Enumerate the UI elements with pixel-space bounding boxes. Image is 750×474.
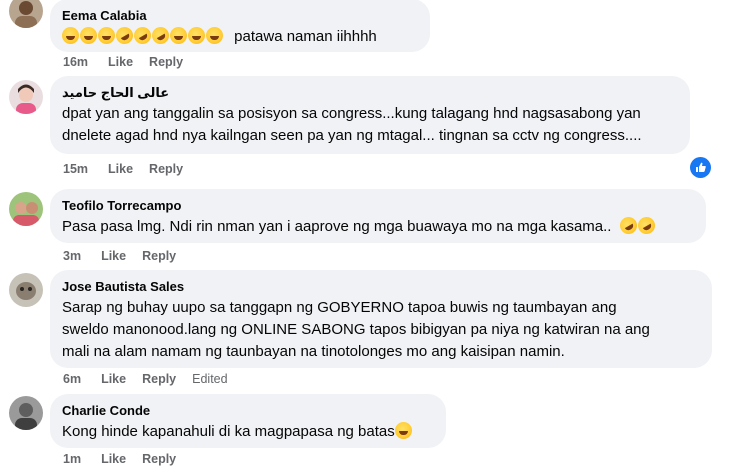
rofl-emoji-icon (634, 213, 658, 238)
like-button[interactable]: Like (108, 162, 133, 176)
comment-actions: 1m Like Reply (63, 452, 192, 466)
comment-body-line: sweldo manonood.lang ng ONLINE SABONG ta… (62, 321, 650, 338)
comment-bubble: Jose Bautista Sales Sarap ng buhay uupo … (50, 270, 712, 368)
reply-button[interactable]: Reply (142, 452, 176, 466)
comment-author[interactable]: Eema Calabia (62, 7, 418, 24)
joy-emoji-icon (80, 27, 97, 44)
comment-body: Kong hinde kapanahuli di ka magpapasa ng… (62, 423, 395, 440)
joy-emoji-icon (62, 27, 79, 44)
comment-actions: 15m Like Reply (63, 162, 199, 176)
comment-bubble: عالى الحاج حامید dpat yan ang tanggalin … (50, 76, 690, 154)
comment-body-line: Sarap ng buhay uupo sa tanggapn ng GOBYE… (62, 299, 617, 316)
joy-emoji-icon (170, 27, 187, 44)
comment-body: Pasa pasa lmg. Ndi rin nman yan i aaprov… (62, 218, 612, 235)
comment-bubble: Teofilo Torrecampo Pasa pasa lmg. Ndi ri… (50, 189, 706, 243)
comment-time[interactable]: 1m (63, 452, 81, 466)
like-button[interactable]: Like (108, 55, 133, 69)
avatar[interactable] (9, 396, 43, 430)
comment-author[interactable]: عالى الحاج حامید (62, 84, 678, 101)
like-button[interactable]: Like (101, 249, 126, 263)
like-button[interactable]: Like (101, 372, 126, 386)
comment-body: patawa naman iihhhh (234, 28, 377, 45)
avatar[interactable] (9, 0, 43, 28)
reply-button[interactable]: Reply (149, 162, 183, 176)
joy-emoji-icon (206, 27, 223, 44)
comment-body-line: dpat yan ang tanggalin sa posisyon sa co… (62, 105, 641, 122)
comment-author[interactable]: Teofilo Torrecampo (62, 197, 694, 214)
edited-label[interactable]: Edited (192, 372, 227, 386)
joy-emoji-icon (394, 422, 412, 439)
reply-button[interactable]: Reply (142, 372, 176, 386)
like-button[interactable]: Like (101, 452, 126, 466)
comment-body-line: mali na alam namam ng taunbayan na tinot… (62, 343, 565, 360)
comment-body-line: dnelete agad hnd nya kailngan seen pa ya… (62, 127, 642, 144)
comment-text: Kong hinde kapanahuli di ka magpapasa ng… (62, 421, 434, 443)
comment-text: patawa naman iihhhh (62, 23, 418, 48)
comment-time[interactable]: 3m (63, 249, 81, 263)
like-reaction-icon[interactable] (690, 157, 711, 178)
reply-button[interactable]: Reply (149, 55, 183, 69)
comment-actions: 16m Like Reply (63, 55, 199, 69)
avatar[interactable] (9, 273, 43, 307)
comment-author[interactable]: Charlie Conde (62, 402, 434, 419)
comment-time[interactable]: 16m (63, 55, 88, 69)
reply-button[interactable]: Reply (142, 249, 176, 263)
comment-actions: 3m Like Reply (63, 249, 192, 263)
joy-emoji-icon (188, 27, 205, 44)
comment-bubble: Eema Calabia patawa naman iihhhh (50, 0, 430, 52)
comment-actions: 6m Like Reply Edited (63, 372, 244, 386)
comment-bubble: Charlie Conde Kong hinde kapanahuli di k… (50, 394, 446, 448)
comment-time[interactable]: 6m (63, 372, 81, 386)
avatar[interactable] (9, 80, 43, 114)
avatar[interactable] (9, 192, 43, 226)
rofl-emoji-icon (148, 23, 173, 48)
joy-emoji-icon (98, 27, 115, 44)
comment-text: Pasa pasa lmg. Ndi rin nman yan i aaprov… (62, 213, 694, 238)
emoji-row (62, 23, 228, 48)
comment-author[interactable]: Jose Bautista Sales (62, 278, 700, 295)
comment-time[interactable]: 15m (63, 162, 88, 176)
rofl-emoji-icon (616, 213, 640, 238)
